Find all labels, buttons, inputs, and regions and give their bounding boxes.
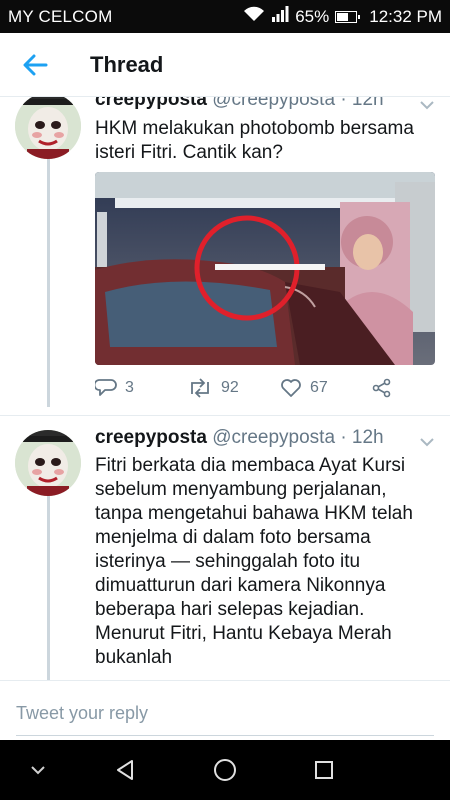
tweet-menu-button[interactable]: [419, 97, 439, 111]
share-icon: [372, 378, 391, 398]
hide-nav-button[interactable]: [8, 740, 68, 800]
timestamp[interactable]: 12h: [352, 97, 384, 110]
tweet-photo[interactable]: [95, 172, 435, 365]
wifi-icon: [243, 6, 265, 27]
avatar[interactable]: [15, 430, 81, 496]
reply-input-placeholder[interactable]: Tweet your reply: [16, 703, 148, 724]
back-arrow-icon: [23, 54, 48, 75]
carrier-name: MY CELCOM: [8, 6, 113, 26]
system-navigation-bar: [0, 740, 450, 800]
signal-icon: [271, 6, 289, 27]
share-button[interactable]: [372, 378, 392, 398]
recents-square-icon: [315, 761, 333, 779]
retweet-button[interactable]: 92: [187, 378, 239, 398]
timestamp-separator: ·: [340, 97, 352, 110]
battery-level-fill: [337, 12, 349, 21]
home-circle-icon: [214, 759, 236, 781]
tweet[interactable]: creepyposta @creepyposta · 12h HKM melak…: [0, 97, 450, 415]
clock: 12:32 PM: [369, 6, 442, 26]
reply-composer[interactable]: Tweet your reply: [0, 680, 450, 740]
timestamp[interactable]: 12h: [352, 427, 384, 448]
back-triangle-icon: [117, 760, 133, 780]
like-count: 67: [310, 379, 328, 396]
tweet[interactable]: creepyposta @creepyposta · 12h Fitri ber…: [0, 416, 450, 680]
reply-input-underline: [16, 735, 434, 736]
tweet-header: creepyposta @creepyposta · 12h: [95, 97, 384, 111]
chevron-down-icon: [420, 101, 434, 110]
battery-icon: [335, 10, 361, 23]
tweet-header: creepyposta @creepyposta · 12h: [95, 427, 384, 449]
tweet-actions: 3 92 67: [95, 378, 435, 402]
thread-feed[interactable]: creepyposta @creepyposta · 12h HKM melak…: [0, 97, 450, 680]
tweet-text: Fitri berkata dia membaca Ayat Kursi seb…: [95, 455, 413, 668]
tweet-text: HKM melakukan photobomb bersama isteri F…: [95, 118, 414, 163]
reply-button[interactable]: 3: [95, 378, 134, 398]
page-title: Thread: [90, 51, 164, 77]
battery-percent: 65%: [295, 6, 330, 26]
display-name[interactable]: creepyposta: [95, 97, 207, 110]
retweet-count: 92: [221, 379, 239, 396]
reply-count: 3: [125, 379, 134, 396]
avatar[interactable]: [15, 97, 81, 159]
reply-icon: [95, 379, 117, 396]
display-name[interactable]: creepyposta: [95, 427, 207, 448]
status-bar: MY CELCOM 65% 12:32 PM: [0, 0, 450, 33]
timestamp-separator: ·: [340, 427, 352, 448]
user-handle[interactable]: @creepyposta: [212, 427, 335, 448]
tweet-menu-button[interactable]: [419, 434, 439, 448]
retweet-icon: [191, 378, 209, 398]
heart-icon: [281, 379, 301, 397]
user-handle[interactable]: @creepyposta: [212, 97, 335, 110]
chevron-down-icon: [420, 438, 434, 447]
back-button[interactable]: [0, 33, 70, 97]
nav-back-button[interactable]: [95, 740, 155, 800]
like-button[interactable]: 67: [280, 378, 328, 398]
chevron-down-icon: [31, 766, 45, 775]
top-app-bar: Thread: [0, 33, 450, 97]
photo-image: [95, 172, 435, 365]
nav-home-button[interactable]: [195, 740, 255, 800]
nav-recents-button[interactable]: [294, 740, 354, 800]
